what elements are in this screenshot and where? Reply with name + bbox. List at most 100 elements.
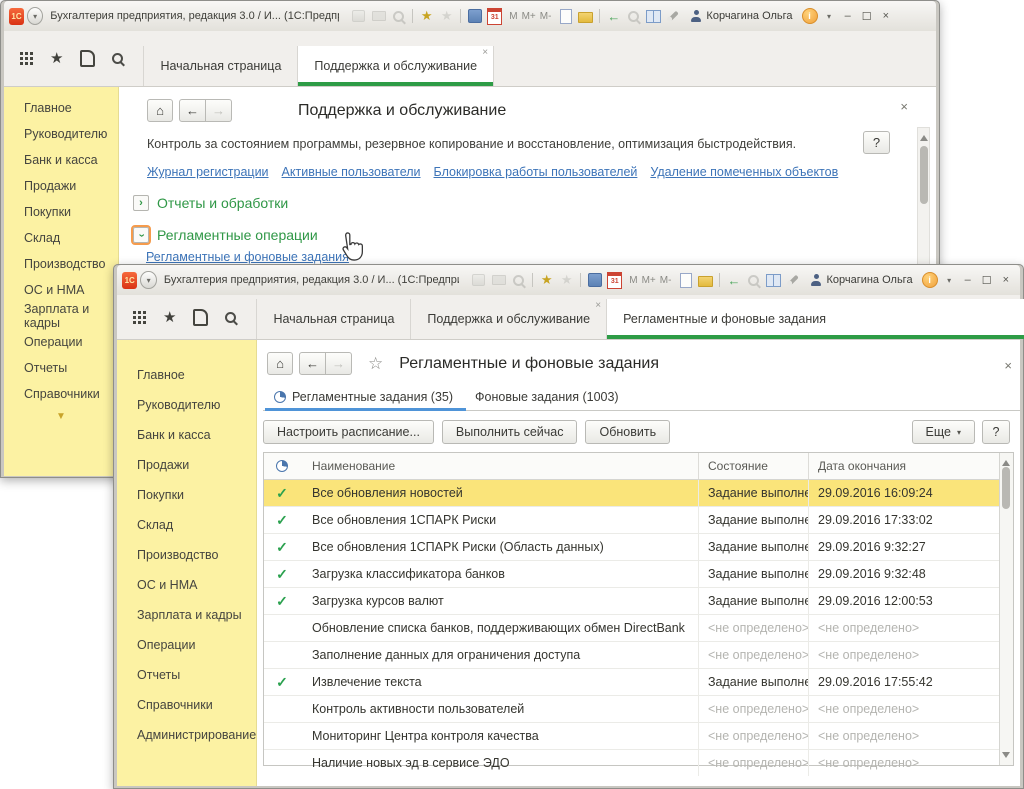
close-button[interactable]: × <box>1003 274 1009 286</box>
form-link[interactable]: Журнал регистрации <box>147 165 269 179</box>
print-preview-icon[interactable] <box>390 8 407 24</box>
table-row[interactable]: ✓ Загрузка классификатора банков Задание… <box>264 560 1000 587</box>
main-menu-dropdown-icon[interactable]: ▾ <box>140 271 157 289</box>
window-tab[interactable]: Регламентные и фоновые задания × <box>606 299 1024 339</box>
sidebar-item[interactable]: Зарплата и кадры <box>4 303 118 329</box>
sidebar-item[interactable]: Производство <box>4 251 118 277</box>
column-end-date[interactable]: Дата окончания <box>808 453 1000 479</box>
window-tab[interactable]: Начальная страница × <box>143 46 297 86</box>
view-tab[interactable]: Фоновые задания (1003) <box>466 385 632 410</box>
table-row[interactable]: ✓ Заполнение данных для ограничения дост… <box>264 641 1000 668</box>
memory-buttons[interactable]: MM+M- <box>629 275 671 286</box>
column-state[interactable]: Состояние <box>698 453 808 479</box>
sidebar-item[interactable]: Администрирование <box>117 720 256 750</box>
help-button[interactable]: ? <box>982 420 1010 444</box>
info-icon[interactable]: i <box>802 8 818 24</box>
home-button[interactable]: ⌂ <box>147 99 173 122</box>
favorites-star-icon[interactable]: ★ <box>163 310 176 325</box>
split-window-icon[interactable] <box>765 272 782 288</box>
sidebar-item[interactable]: Склад <box>4 225 118 251</box>
sidebar-item[interactable]: Руководителю <box>4 121 118 147</box>
table-row[interactable]: ✓ Извлечение текста Задание выполнено 29… <box>264 668 1000 695</box>
table-row[interactable]: ✓ Наличие новых эд в сервисе ЭДО <не опр… <box>264 749 1000 776</box>
sidebar-item[interactable]: Продажи <box>117 450 256 480</box>
minimize-button[interactable]: – <box>845 10 851 22</box>
table-row[interactable]: ✓ Мониторинг Центра контроля качества <н… <box>264 722 1000 749</box>
sidebar-item[interactable]: Банк и касса <box>117 420 256 450</box>
find-icon[interactable] <box>625 8 642 24</box>
save-icon[interactable] <box>470 272 487 288</box>
sidebar-item[interactable]: Банк и касса <box>4 147 118 173</box>
favorite-toggle-icon[interactable]: ☆ <box>368 354 383 374</box>
scroll-thumb[interactable] <box>1002 467 1010 509</box>
view-tab[interactable]: Регламентные задания (35) <box>265 385 466 410</box>
save-icon[interactable] <box>350 8 367 24</box>
sidebar-item[interactable]: Производство <box>117 540 256 570</box>
wrench-icon[interactable] <box>785 272 802 288</box>
sidebar-item[interactable]: Отчеты <box>117 660 256 690</box>
sidebar-more-icon[interactable]: ▼ <box>4 411 118 422</box>
tab-close-icon[interactable]: × <box>482 48 488 58</box>
sidebar-item[interactable]: Главное <box>117 360 256 390</box>
toolbar-button[interactable]: Выполнить сейчас <box>442 420 578 444</box>
home-button[interactable]: ⌂ <box>267 352 293 375</box>
form-close-icon[interactable]: × <box>900 99 908 114</box>
sidebar-item[interactable]: Продажи <box>4 173 118 199</box>
new-document-icon[interactable] <box>557 8 574 24</box>
toolbar-button[interactable]: Обновить <box>585 420 670 444</box>
menu-grid-icon[interactable] <box>133 311 146 324</box>
form-link[interactable]: Активные пользователи <box>282 165 421 179</box>
table-scrollbar[interactable] <box>999 453 1013 765</box>
sidebar-item[interactable]: Зарплата и кадры <box>117 600 256 630</box>
scheduled-jobs-link[interactable]: Регламентные и фоновые задания <box>146 250 349 264</box>
history-back-icon[interactable]: ← <box>605 8 622 24</box>
form-close-icon[interactable]: × <box>1004 358 1012 373</box>
scroll-down-icon[interactable] <box>1002 752 1010 762</box>
open-folder-icon[interactable] <box>697 272 714 288</box>
favorites-icon[interactable]: ★ <box>558 272 575 288</box>
add-favorite-icon[interactable]: ★ <box>538 272 555 288</box>
scroll-thumb[interactable] <box>920 146 928 204</box>
maximize-button[interactable]: ☐ <box>982 274 992 287</box>
table-row[interactable]: ✓ Все обновления новостей Задание выполн… <box>264 480 1000 506</box>
sidebar-item[interactable]: Отчеты <box>4 355 118 381</box>
calculator-icon[interactable] <box>586 272 603 288</box>
section-toggle-button[interactable]: › <box>133 227 149 243</box>
sidebar-item[interactable]: Главное <box>4 95 118 121</box>
sidebar-item[interactable]: Покупки <box>117 480 256 510</box>
sidebar-item[interactable]: Склад <box>117 510 256 540</box>
forward-button[interactable]: → <box>206 99 232 122</box>
new-document-icon[interactable] <box>677 272 694 288</box>
scroll-up-icon[interactable] <box>1002 456 1010 466</box>
form-link[interactable]: Блокировка работы пользователей <box>434 165 638 179</box>
section-toggle-button[interactable]: › <box>133 195 149 211</box>
table-row[interactable]: ✓ Все обновления 1СПАРК Риски (Область д… <box>264 533 1000 560</box>
help-button[interactable]: ? <box>863 131 890 154</box>
history-icon[interactable] <box>193 309 208 326</box>
print-preview-icon[interactable] <box>510 272 527 288</box>
calendar-icon[interactable]: 31 <box>606 272 623 288</box>
table-row[interactable]: ✓ Обновление списка банков, поддерживающ… <box>264 614 1000 641</box>
main-menu-dropdown-icon[interactable]: ▾ <box>27 7 43 25</box>
add-favorite-icon[interactable]: ★ <box>418 8 435 24</box>
split-window-icon[interactable] <box>645 8 662 24</box>
menu-grid-icon[interactable] <box>20 52 33 65</box>
table-row[interactable]: ✓ Контроль активности пользователей <не … <box>264 695 1000 722</box>
form-link[interactable]: Удаление помеченных объектов <box>650 165 838 179</box>
back-button[interactable]: ← <box>299 352 326 375</box>
find-icon[interactable] <box>745 272 762 288</box>
table-row[interactable]: ✓ Загрузка курсов валют Задание выполнен… <box>264 587 1000 614</box>
column-name[interactable]: Наименование <box>300 459 698 473</box>
window-tab[interactable]: Поддержка и обслуживание × <box>297 46 494 86</box>
favorites-icon[interactable]: ★ <box>438 8 455 24</box>
window-tab[interactable]: Начальная страница × <box>256 299 410 339</box>
minimize-button[interactable]: – <box>965 274 971 286</box>
tab-close-icon[interactable]: × <box>595 301 601 311</box>
toolbar-button[interactable]: Настроить расписание... <box>263 420 434 444</box>
titlebar-dropdown-icon[interactable]: ▾ <box>821 8 838 24</box>
sidebar-item[interactable]: Справочники <box>4 381 118 407</box>
calculator-icon[interactable] <box>466 8 483 24</box>
history-back-icon[interactable]: ← <box>725 272 742 288</box>
sidebar-item[interactable]: Покупки <box>4 199 118 225</box>
table-header[interactable]: Наименование Состояние Дата окончания <box>264 453 1000 480</box>
